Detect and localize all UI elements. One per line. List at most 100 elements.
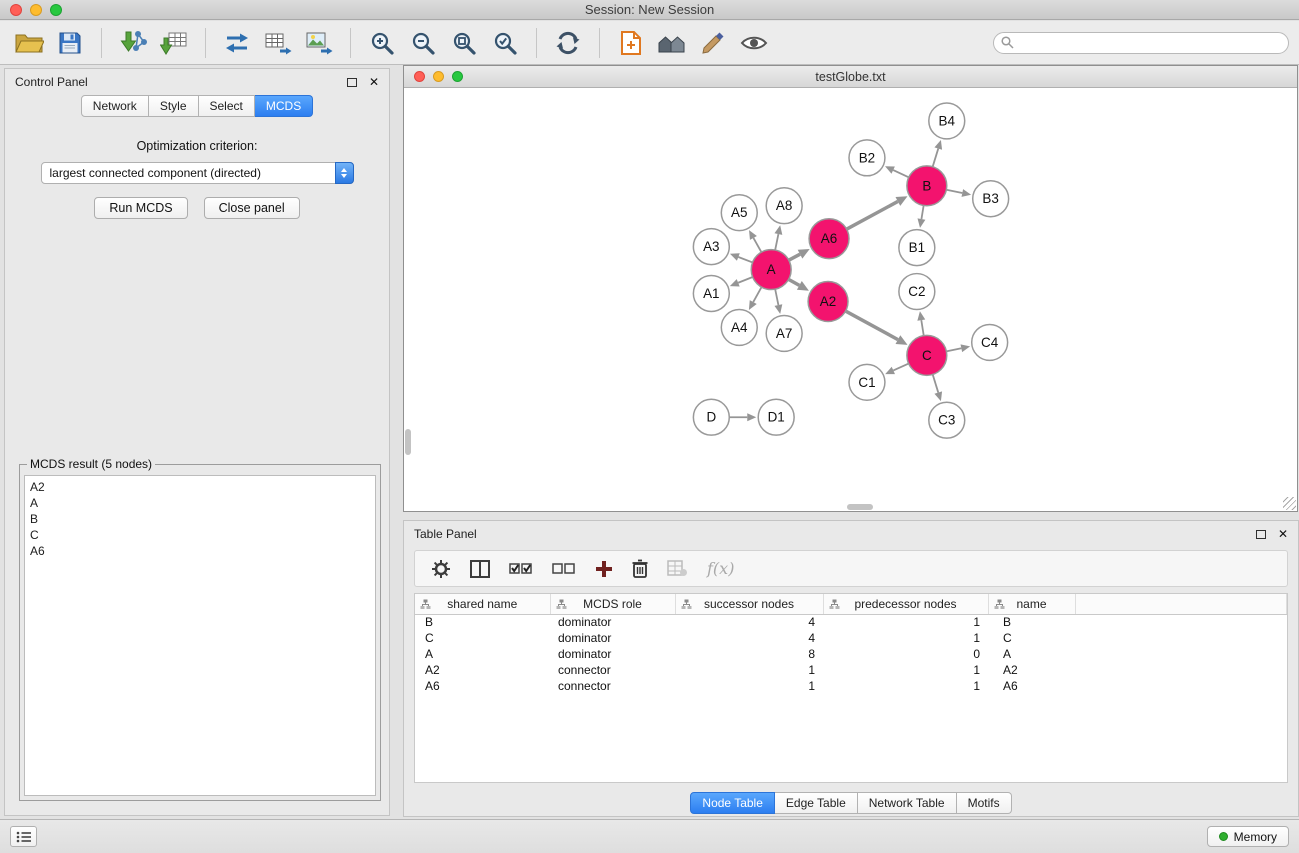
tab-edge-table[interactable]: Edge Table (775, 792, 858, 814)
table-row[interactable]: Adominator80A (415, 646, 1287, 662)
edge-A2-C[interactable] (846, 311, 898, 340)
edge-C-C1[interactable] (893, 364, 908, 371)
node-B4[interactable]: B4 (929, 103, 965, 139)
zoom-window-button[interactable] (50, 4, 62, 16)
node-C[interactable]: C (907, 335, 947, 375)
tab-network-table[interactable]: Network Table (858, 792, 957, 814)
edge-C-C2[interactable] (921, 320, 923, 336)
list-item[interactable]: A2 (30, 479, 370, 495)
minimize-network-window-button[interactable] (433, 71, 444, 82)
edge-A-A4[interactable] (753, 287, 761, 302)
node-B[interactable]: B (907, 166, 947, 206)
minimize-window-button[interactable] (30, 4, 42, 16)
tab-node-table[interactable]: Node Table (690, 792, 775, 814)
node-A5[interactable]: A5 (721, 195, 757, 231)
column-header-mcds-role[interactable]: MCDS role (550, 594, 675, 614)
horizontal-scroll-indicator[interactable] (847, 504, 873, 510)
edge-A-A2[interactable] (789, 279, 800, 285)
edge-B-B2[interactable] (893, 170, 909, 177)
list-item[interactable]: B (30, 511, 370, 527)
zoom-network-window-button[interactable] (452, 71, 463, 82)
show-hide-button[interactable] (735, 26, 773, 60)
network-canvas[interactable]: B4B2BB3A8A5A6A3B1AC2A1A2A4A7C4CC1C3DD1 (404, 89, 1297, 511)
node-A7[interactable]: A7 (766, 315, 802, 351)
node-B1[interactable]: B1 (899, 230, 935, 266)
close-panel-icon[interactable]: ✕ (1278, 528, 1288, 540)
node-C1[interactable]: C1 (849, 364, 885, 400)
zoom-in-button[interactable] (363, 26, 401, 60)
tab-style[interactable]: Style (149, 95, 199, 117)
memory-button[interactable]: Memory (1207, 826, 1289, 847)
edge-A-A6[interactable] (789, 254, 800, 260)
export-image-button[interactable] (300, 26, 338, 60)
node-D[interactable]: D (693, 399, 729, 435)
table-row[interactable]: A6connector11A6 (415, 678, 1287, 694)
edge-A-A5[interactable] (753, 238, 761, 252)
edge-A-A8[interactable] (775, 234, 778, 250)
home-button[interactable] (653, 26, 691, 60)
delete-column-button[interactable] (632, 559, 648, 579)
node-C2[interactable]: C2 (899, 274, 935, 310)
close-panel-icon[interactable]: ✕ (369, 76, 379, 88)
zoom-fit-button[interactable] (445, 26, 483, 60)
float-panel-icon[interactable] (1256, 530, 1266, 539)
edge-B-B4[interactable] (933, 149, 939, 167)
close-panel-button[interactable]: Close panel (204, 197, 300, 219)
column-header-successor-nodes[interactable]: successor nodes (675, 594, 823, 614)
node-A1[interactable]: A1 (693, 276, 729, 312)
edge-B-B3[interactable] (946, 190, 962, 193)
tab-motifs[interactable]: Motifs (957, 792, 1012, 814)
close-window-button[interactable] (10, 4, 22, 16)
criterion-dropdown[interactable]: largest connected component (directed) (41, 162, 354, 184)
node-B2[interactable]: B2 (849, 140, 885, 176)
first-neighbors-button[interactable] (612, 26, 650, 60)
list-item[interactable]: C (30, 527, 370, 543)
list-item[interactable]: A (30, 495, 370, 511)
edge-A-A3[interactable] (738, 257, 752, 262)
search-input[interactable] (993, 32, 1289, 54)
run-mcds-button[interactable]: Run MCDS (94, 197, 187, 219)
import-network-button[interactable] (114, 26, 152, 60)
zoom-out-button[interactable] (404, 26, 442, 60)
node-A4[interactable]: A4 (721, 309, 757, 345)
export-table-button[interactable] (259, 26, 297, 60)
tab-network[interactable]: Network (81, 95, 149, 117)
edge-C-C4[interactable] (946, 348, 961, 351)
task-history-button[interactable] (10, 826, 37, 847)
column-header-shared-name[interactable]: shared name (415, 594, 550, 614)
table-settings-button[interactable] (431, 559, 451, 579)
edge-B-B1[interactable] (921, 205, 923, 219)
list-item[interactable]: A6 (30, 543, 370, 559)
network-window-titlebar[interactable]: testGlobe.txt (404, 66, 1297, 88)
vertical-scroll-indicator[interactable] (405, 429, 411, 455)
style-button[interactable] (694, 26, 732, 60)
export-network-button[interactable] (218, 26, 256, 60)
float-panel-icon[interactable] (347, 78, 357, 87)
create-column-button[interactable] (595, 560, 613, 578)
resize-grip[interactable] (1283, 497, 1296, 510)
edge-A-A1[interactable] (738, 277, 752, 283)
node-B3[interactable]: B3 (973, 181, 1009, 217)
open-session-button[interactable] (10, 26, 48, 60)
import-table-button[interactable] (155, 26, 193, 60)
node-A3[interactable]: A3 (693, 229, 729, 265)
deselect-all-button[interactable] (552, 561, 576, 576)
network-graph[interactable]: B4B2BB3A8A5A6A3B1AC2A1A2A4A7C4CC1C3DD1 (404, 89, 1297, 511)
table-row[interactable]: A2connector11A2 (415, 662, 1287, 678)
edge-A-A7[interactable] (775, 289, 778, 305)
node-A2[interactable]: A2 (808, 282, 848, 322)
tab-select[interactable]: Select (199, 95, 255, 117)
apply-layout-button[interactable] (549, 26, 587, 60)
node-D1[interactable]: D1 (758, 399, 794, 435)
column-header-name[interactable]: name (988, 594, 1075, 614)
node-C3[interactable]: C3 (929, 402, 965, 438)
table-row[interactable]: Cdominator41C (415, 630, 1287, 646)
table-row[interactable]: Bdominator41B (415, 614, 1287, 630)
tab-mcds[interactable]: MCDS (255, 95, 313, 117)
zoom-selected-button[interactable] (486, 26, 524, 60)
node-A8[interactable]: A8 (766, 188, 802, 224)
close-network-window-button[interactable] (414, 71, 425, 82)
show-columns-button[interactable] (470, 560, 490, 578)
column-header-predecessor-nodes[interactable]: predecessor nodes (823, 594, 988, 614)
node-A6[interactable]: A6 (809, 219, 849, 259)
